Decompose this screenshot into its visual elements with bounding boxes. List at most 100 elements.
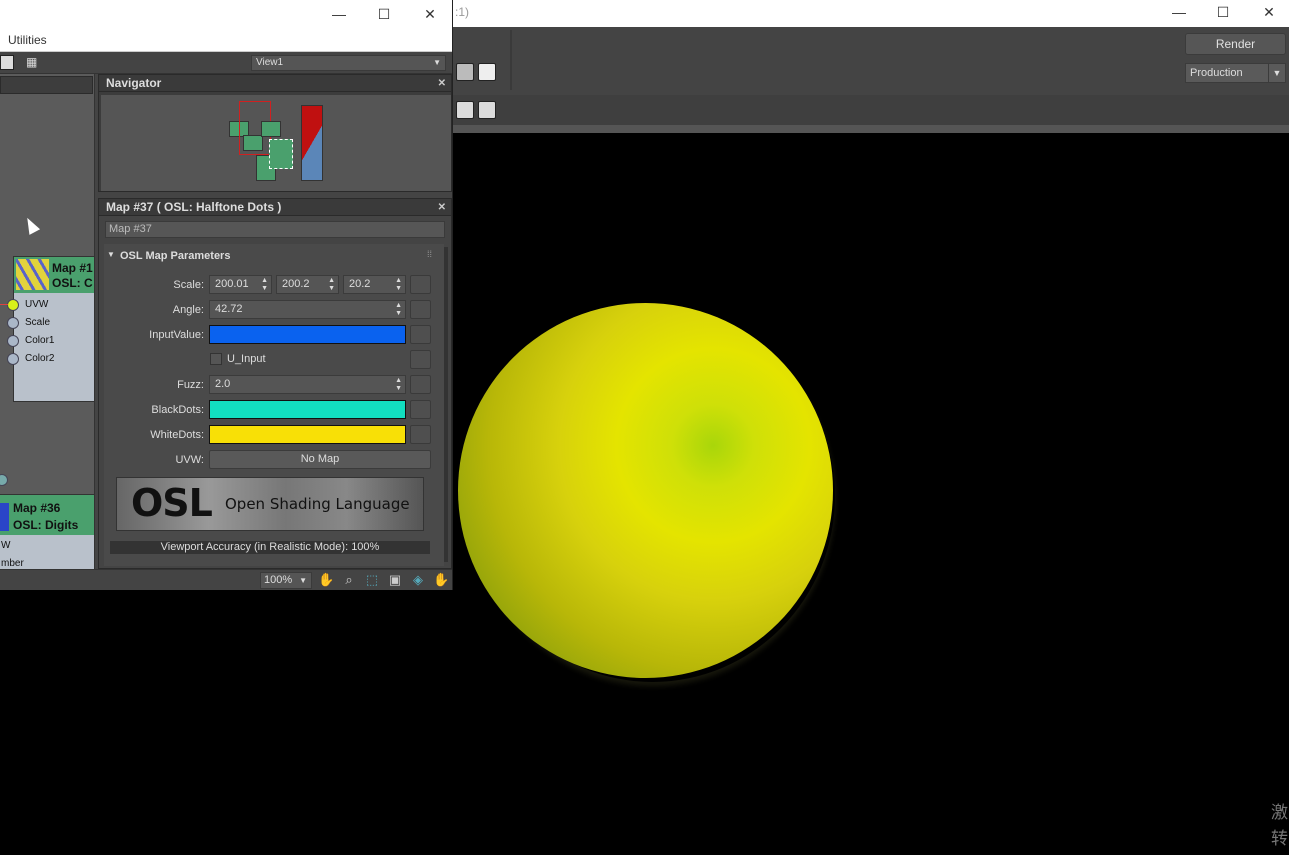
black-dots-map-slot[interactable] xyxy=(410,400,431,419)
socket-color1[interactable] xyxy=(7,335,19,347)
close-icon[interactable]: ✕ xyxy=(438,75,446,92)
save-render-icon[interactable] xyxy=(456,63,474,81)
fuzz-spinner[interactable]: 2.0 ▲ ▼ xyxy=(209,375,406,394)
angle-spinner[interactable]: 42.72 ▲ ▼ xyxy=(209,300,406,319)
socket-output[interactable] xyxy=(0,474,8,486)
white-dots-map-slot[interactable] xyxy=(410,425,431,444)
params-scrollbar[interactable] xyxy=(444,247,448,562)
spinner-arrows-icon[interactable]: ▲ ▼ xyxy=(261,276,268,293)
node-view-header xyxy=(0,76,93,94)
menu-utilities[interactable]: Utilities xyxy=(8,33,47,47)
nav-node xyxy=(243,135,263,151)
wire xyxy=(0,304,8,305)
chevron-down-icon: ▼ xyxy=(1268,64,1285,82)
chevron-down-icon: ▼ xyxy=(299,576,307,585)
node-header: Map #36 OSL: Digits xyxy=(0,495,94,535)
node-subtitle: OSL: Digits xyxy=(13,518,79,532)
nav-selected-node xyxy=(269,139,293,169)
watermark-line-1: 激 xyxy=(1271,803,1288,822)
rendered-sphere xyxy=(458,303,833,678)
zoom-select[interactable]: 100% ▼ xyxy=(260,572,312,589)
view-select[interactable]: View1 ▼ xyxy=(251,55,446,71)
slate-material-editor: — ☐ ✕ Utilities ▦ View1 ▼ Map #1 OSL: C … xyxy=(0,0,453,590)
close-button[interactable]: ✕ xyxy=(407,2,452,29)
nav-bar xyxy=(301,105,323,181)
scale-x-value: 200.01 xyxy=(215,278,249,290)
zoom-selected-icon[interactable]: ◈ xyxy=(410,572,426,588)
socket-label: mber xyxy=(1,558,24,569)
angle-value: 42.72 xyxy=(215,303,243,315)
socket-label: Scale xyxy=(25,317,51,328)
render-preset-select[interactable]: Production ▼ xyxy=(1185,63,1286,83)
zoom-value: 100% xyxy=(264,574,293,586)
white-dots-label: WhiteDots: xyxy=(150,429,204,441)
scale-z-value: 20.2 xyxy=(349,278,371,290)
u-input-label: U_Input xyxy=(227,353,266,365)
spinner-arrows-icon[interactable]: ▲ ▼ xyxy=(328,276,335,293)
pan-hand-icon[interactable]: ✋ xyxy=(318,572,334,588)
angle-map-slot[interactable] xyxy=(410,300,431,319)
slate-statusbar: 100% ▼ ✋ ⌕ ⬚ ▣ ◈ ✋ xyxy=(0,569,452,590)
chevron-down-icon: ▼ xyxy=(433,58,441,67)
spinner-arrows-icon[interactable]: ▲ ▼ xyxy=(395,301,402,318)
render-button[interactable]: Render xyxy=(1185,33,1286,55)
minimize-button[interactable]: — xyxy=(316,2,362,29)
zoom-extents-icon[interactable]: ▣ xyxy=(387,572,403,588)
node-map-1[interactable]: Map #1 OSL: C xyxy=(13,256,94,402)
black-dots-label: BlackDots: xyxy=(151,404,204,416)
osl-parameters-rollout: ▼ OSL Map Parameters ⁞⁞ Scale: 200.01 ▲ ▼ … xyxy=(104,244,444,566)
watermark-text: 激 转 xyxy=(1271,800,1288,852)
uvw-map-button[interactable]: No Map xyxy=(209,450,431,469)
spinner-arrows-icon[interactable]: ▲ ▼ xyxy=(395,276,402,293)
scale-map-slot[interactable] xyxy=(410,275,431,294)
navigator-view[interactable] xyxy=(101,95,451,191)
scale-z-spinner[interactable]: 20.2 ▲ ▼ xyxy=(343,275,406,294)
checker-icon[interactable]: ▦ xyxy=(26,55,41,70)
scale-x-spinner[interactable]: 200.01 ▲ ▼ xyxy=(209,275,272,294)
node-map-36[interactable]: Map #36 OSL: Digits W mber xyxy=(0,494,94,569)
input-value-color-swatch[interactable] xyxy=(209,325,406,344)
socket-uvw[interactable] xyxy=(7,299,19,311)
node-view[interactable]: Map #1 OSL: C UVW Scale Color1 Color2 Ma… xyxy=(0,74,95,569)
fuzz-map-slot[interactable] xyxy=(410,375,431,394)
params-title-text: Map #37 ( OSL: Halftone Dots ) xyxy=(106,200,282,214)
scale-y-spinner[interactable]: 200.2 ▲ ▼ xyxy=(276,275,339,294)
params-title: Map #37 ( OSL: Halftone Dots ) ✕ xyxy=(99,199,451,216)
toggle-overlay-icon[interactable] xyxy=(478,101,496,119)
rollout-title[interactable]: OSL Map Parameters xyxy=(120,250,230,262)
maximize-button[interactable]: ☐ xyxy=(361,2,407,29)
spinner-arrows-icon[interactable]: ▲ ▼ xyxy=(395,376,402,393)
uvw-label: UVW: xyxy=(175,454,204,466)
socket-scale[interactable] xyxy=(7,317,19,329)
scale-y-value: 200.2 xyxy=(282,278,310,290)
socket-label: Color1 xyxy=(25,335,55,346)
socket-color2[interactable] xyxy=(7,353,19,365)
u-input-checkbox[interactable] xyxy=(210,353,222,365)
u-input-map-slot[interactable] xyxy=(410,350,431,369)
layout-icon[interactable] xyxy=(0,55,14,70)
edit-icon[interactable] xyxy=(478,63,496,81)
minimize-button[interactable]: — xyxy=(1156,0,1202,27)
menubar: Utilities xyxy=(0,30,452,52)
maximize-button[interactable]: ☐ xyxy=(1200,0,1246,27)
pan-to-selected-icon[interactable]: ✋ xyxy=(433,572,449,588)
close-button[interactable]: ✕ xyxy=(1246,0,1289,27)
black-dots-color-swatch[interactable] xyxy=(209,400,406,419)
input-value-map-slot[interactable] xyxy=(410,325,431,344)
fuzz-label: Fuzz: xyxy=(177,379,204,391)
zoom-region-icon[interactable]: ⬚ xyxy=(364,572,380,588)
render-window-title: :1) xyxy=(455,5,470,19)
node-subtitle: OSL: C xyxy=(52,276,93,290)
zoom-icon[interactable]: ⌕ xyxy=(341,572,357,588)
collapse-triangle-icon[interactable]: ▼ xyxy=(107,250,115,259)
socket-label: UVW xyxy=(25,299,49,310)
node-thumbnail xyxy=(16,259,49,290)
viewport-accuracy-label: Viewport Accuracy (in Realistic Mode): 1… xyxy=(110,541,430,554)
display-channel-icon[interactable] xyxy=(456,101,474,119)
map-name-field[interactable]: Map #37 xyxy=(105,221,445,238)
angle-label: Angle: xyxy=(172,304,204,316)
scale-label: Scale: xyxy=(173,279,204,291)
grip-icon: ⁞⁞ xyxy=(427,249,433,259)
close-icon[interactable]: ✕ xyxy=(438,199,446,216)
white-dots-color-swatch[interactable] xyxy=(209,425,406,444)
